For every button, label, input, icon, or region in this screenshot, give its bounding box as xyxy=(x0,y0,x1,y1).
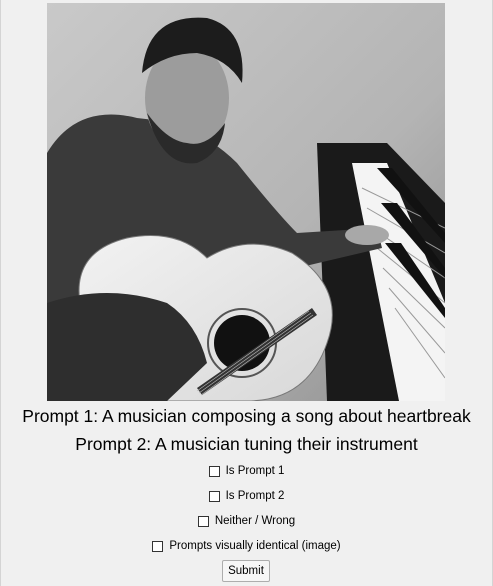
prompt-1-text: Prompt 1: A musician composing a song ab… xyxy=(22,406,471,426)
option-is-prompt-1[interactable]: Is Prompt 1 xyxy=(0,463,493,479)
neither-wrong-label: Neither / Wrong xyxy=(214,515,296,527)
submit-button[interactable]: Submit xyxy=(222,560,270,582)
is-prompt-1-checkbox[interactable] xyxy=(208,465,220,477)
option-prompts-identical[interactable]: Prompts visually identical (image) xyxy=(0,538,493,554)
prompts-identical-label: Prompts visually identical (image) xyxy=(169,540,341,552)
generated-image xyxy=(47,3,445,401)
neither-wrong-checkbox[interactable] xyxy=(197,515,209,527)
is-prompt-2-label: Is Prompt 2 xyxy=(225,490,285,502)
prompt-2-text: Prompt 2: A musician tuning their instru… xyxy=(75,434,418,454)
option-neither-wrong[interactable]: Neither / Wrong xyxy=(0,513,493,529)
photo-illustration xyxy=(47,3,445,401)
is-prompt-1-label: Is Prompt 1 xyxy=(225,465,285,477)
option-is-prompt-2[interactable]: Is Prompt 2 xyxy=(0,488,493,504)
prompts-identical-checkbox[interactable] xyxy=(152,540,164,552)
is-prompt-2-checkbox[interactable] xyxy=(208,490,220,502)
